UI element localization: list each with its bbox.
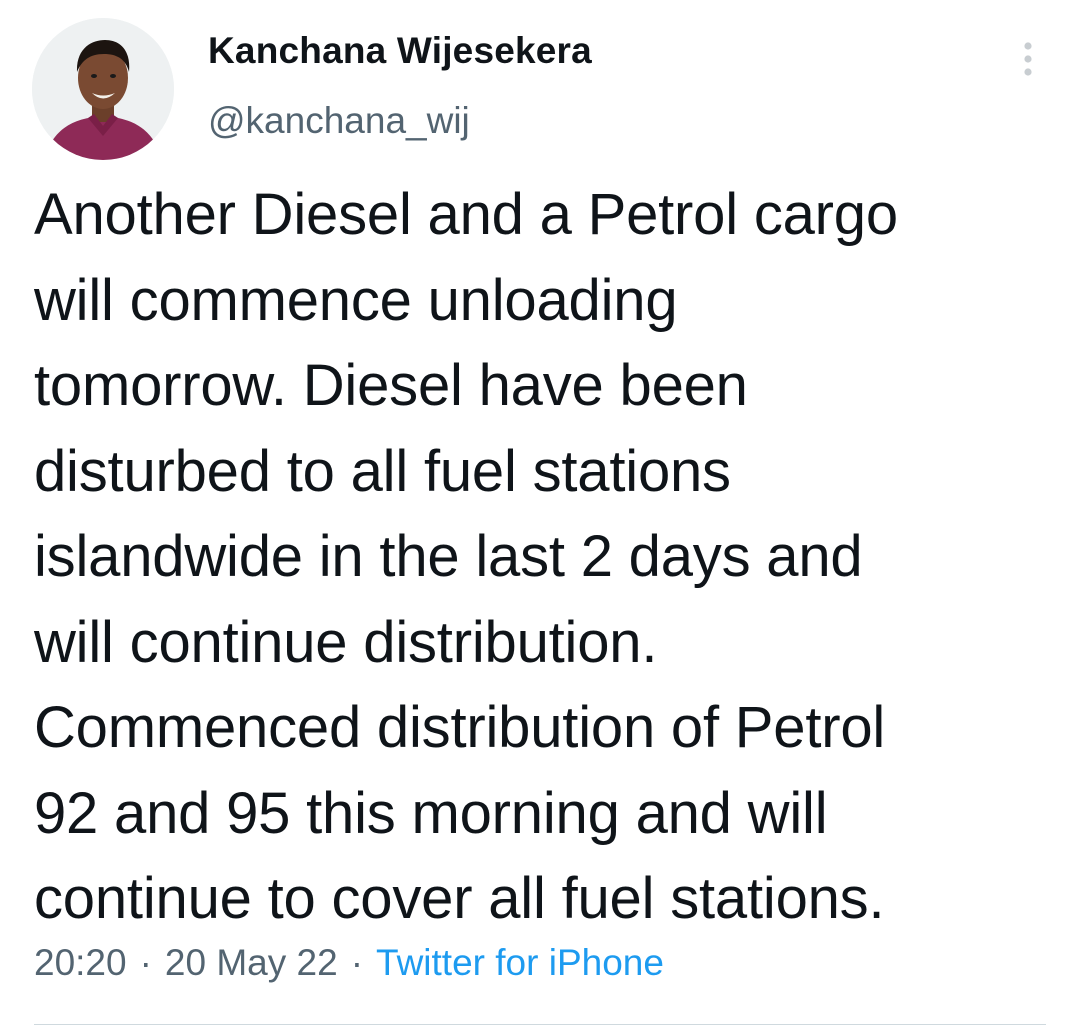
more-options-button[interactable] bbox=[1008, 36, 1048, 82]
meta-separator: · bbox=[139, 942, 152, 983]
avatar[interactable] bbox=[32, 18, 174, 160]
tweet-time[interactable]: 20:20 bbox=[34, 942, 127, 983]
profile-photo bbox=[32, 18, 174, 160]
meta-separator: · bbox=[350, 942, 364, 983]
display-name[interactable]: Kanchana Wijesekera bbox=[208, 30, 592, 72]
tweet: Kanchana Wijesekera @kanchana_wij Anothe… bbox=[0, 0, 1080, 1031]
divider bbox=[34, 1024, 1046, 1025]
tweet-date[interactable]: 20 May 22 bbox=[165, 942, 338, 983]
tweet-metadata: 20:20 · 20 May 22 · Twitter for iPhone bbox=[34, 942, 664, 984]
tweet-source-link[interactable]: Twitter for iPhone bbox=[376, 942, 664, 983]
username-handle[interactable]: @kanchana_wij bbox=[208, 100, 470, 142]
more-vertical-icon bbox=[1024, 42, 1032, 76]
tweet-text: Another Diesel and a Petrol cargo will c… bbox=[34, 182, 898, 931]
